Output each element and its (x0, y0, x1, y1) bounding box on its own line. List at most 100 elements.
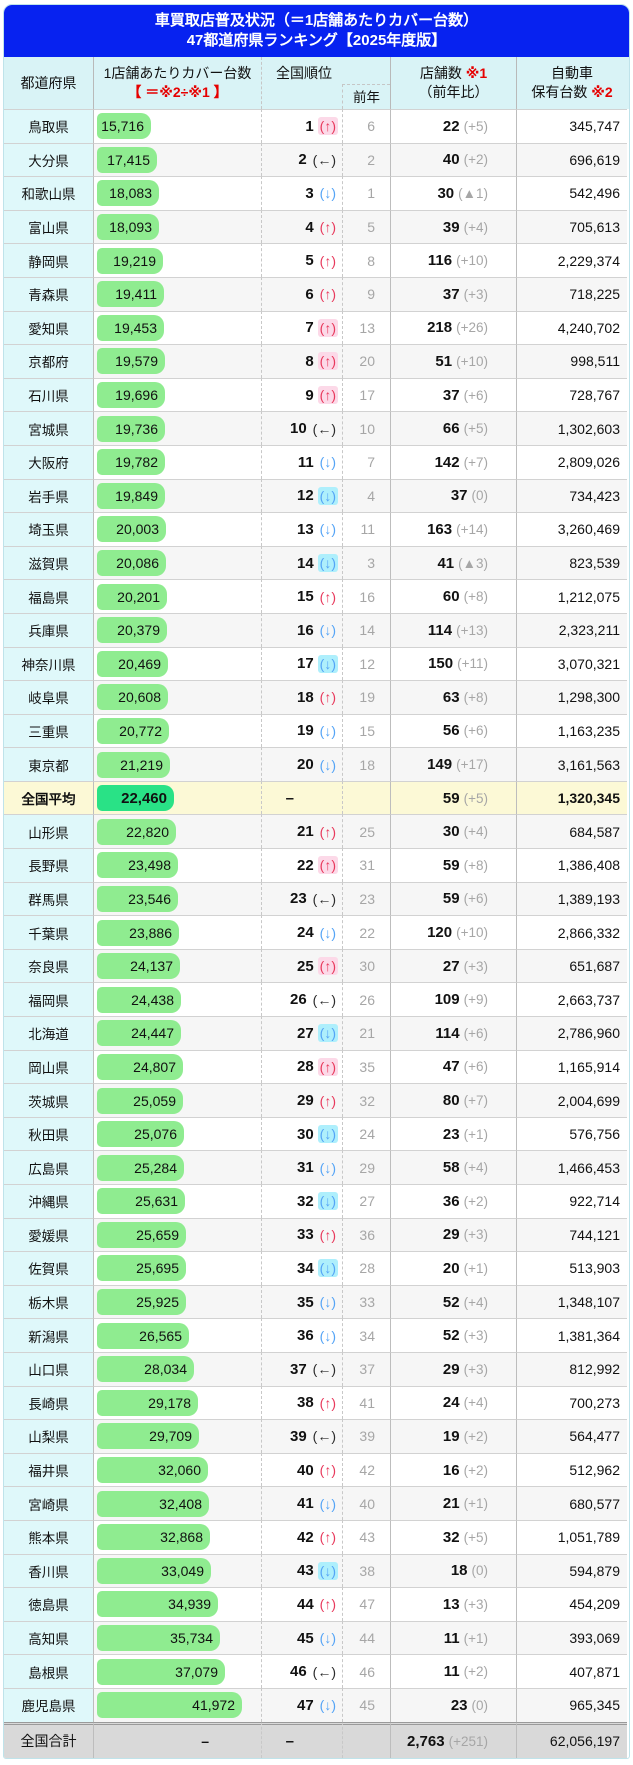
stores-cell: 114 (+6) (391, 1016, 517, 1050)
rank-same-icon: (←) (311, 1360, 338, 1378)
stores-cell: 60 (+8) (391, 579, 517, 613)
rank-up-icon: (↑) (318, 117, 338, 135)
stores-yoy-change: (+6) (464, 1026, 488, 1041)
coverage-bar: 19,453 (97, 315, 164, 341)
rank-cell: 32 (↓) (262, 1184, 343, 1218)
coverage-bar: 24,137 (97, 953, 180, 979)
stores-count: 52 (443, 1294, 460, 1311)
prev-year-rank: 37 (343, 1352, 391, 1386)
rank-down-icon: (↓) (318, 655, 338, 673)
stores-cell: 80 (+7) (391, 1083, 517, 1117)
stores-count: 52 (443, 1327, 460, 1344)
rank-up-icon: (↑) (318, 856, 338, 874)
stores-count: 37 (443, 387, 460, 404)
table-row: 静岡県 19,219 5 (↑) 8 116 (+10) 2,229,374 (4, 243, 629, 277)
table-title: 車買取店普及状況（＝1店舗あたりカバー台数） 47都道府県ランキング【2025年… (4, 5, 629, 57)
rank-cell: 43 (↓) (262, 1554, 343, 1588)
table-row: 鹿児島県 41,972 47 (↓) 45 23 (0) 965,345 (4, 1688, 629, 1722)
rank-number: 42 (297, 1529, 314, 1546)
table-row: 岐阜県 20,608 18 (↑) 19 63 (+8) 1,298,300 (4, 680, 629, 714)
stores-yoy-change: (+10) (456, 925, 488, 940)
coverage-bar: 32,408 (97, 1491, 209, 1517)
prev-year-rank: 27 (343, 1184, 391, 1218)
prev-year-rank: 16 (343, 579, 391, 613)
coverage-bar: 20,608 (97, 684, 168, 710)
prev-year-rank: 46 (343, 1654, 391, 1688)
table-row: 滋賀県 20,086 14 (↓) 3 41 (▲3) 823,539 (4, 546, 629, 580)
vehicles-count: 1,165,914 (517, 1050, 627, 1084)
stores-cell: 37 (0) (391, 479, 517, 513)
prev-year-rank: 20 (343, 344, 391, 378)
stores-cell: 116 (+10) (391, 243, 517, 277)
coverage-value: 19,579 (115, 353, 158, 369)
prefecture-name: 宮城県 (4, 411, 94, 445)
stores-yoy-change: (+7) (464, 455, 488, 470)
table-row: 茨城県 25,059 29 (↑) 32 80 (+7) 2,004,699 (4, 1083, 629, 1117)
table-row: 愛媛県 25,659 33 (↑) 36 29 (+3) 744,121 (4, 1218, 629, 1252)
rank-number: 2 (298, 151, 306, 168)
rank-number: 45 (297, 1630, 314, 1647)
stores-count: 114 (435, 1025, 459, 1042)
coverage-bar: 20,772 (97, 718, 169, 744)
rank-cell: 29 (↑) (262, 1083, 343, 1117)
table-row: 神奈川県 20,469 17 (↓) 12 150 (+11) 3,070,32… (4, 647, 629, 681)
stores-count: 47 (443, 1058, 460, 1075)
stores-yoy-change: (+1) (464, 1261, 488, 1276)
prefecture-name: 山口県 (4, 1352, 94, 1386)
coverage-value: 32,060 (158, 1462, 201, 1478)
stores-count: 27 (443, 958, 460, 975)
coverage-bar: 20,003 (97, 516, 166, 542)
table-row: 大阪府 19,782 11 (↓) 7 142 (+7) 2,809,026 (4, 445, 629, 479)
prefecture-name: 山形県 (4, 814, 94, 848)
prev-year-rank: 15 (343, 714, 391, 748)
table-row: 福島県 20,201 15 (↑) 16 60 (+8) 1,212,075 (4, 579, 629, 613)
header-national-rank: 全国順位 前年 (262, 57, 391, 109)
prefecture-name: 全国合計 (4, 1722, 94, 1758)
rank-cell: 17 (↓) (262, 647, 343, 681)
vehicles-count: 2,786,960 (517, 1016, 627, 1050)
rank-cell: 13 (↓) (262, 512, 343, 546)
prev-year-rank: 29 (343, 1150, 391, 1184)
coverage-value: 20,379 (117, 622, 160, 638)
rank-number: 18 (297, 689, 314, 706)
stores-yoy-change: (+5) (464, 1530, 488, 1545)
rank-cell: 47 (↓) (262, 1688, 343, 1722)
stores-cell: 11 (+1) (391, 1621, 517, 1655)
prev-year-rank: 19 (343, 680, 391, 714)
prefecture-name: 奈良県 (4, 949, 94, 983)
rank-up-icon: (↑) (318, 1595, 338, 1613)
table-row: 大分県 17,415 2 (←) 2 40 (+2) 696,619 (4, 143, 629, 177)
coverage-bar: 19,782 (97, 449, 165, 475)
coverage-bar: 24,447 (97, 1020, 181, 1046)
stores-cell: 52 (+3) (391, 1318, 517, 1352)
rank-number: 43 (297, 1562, 314, 1579)
stores-count: 66 (443, 420, 460, 437)
coverage-cell: 25,659 (94, 1218, 262, 1252)
prefecture-name: 静岡県 (4, 243, 94, 277)
stores-count: 150 (428, 655, 453, 672)
coverage-bar: 35,734 (97, 1625, 220, 1651)
prev-year-rank: 4 (343, 479, 391, 513)
stores-count: 23 (443, 1126, 460, 1143)
prefecture-name: 石川県 (4, 378, 94, 412)
rank-cell: 19 (↓) (262, 714, 343, 748)
stores-cell: 32 (+5) (391, 1520, 517, 1554)
rank-number: – (286, 790, 294, 807)
stores-yoy-change: (+4) (464, 1395, 488, 1410)
coverage-bar: 25,695 (97, 1255, 186, 1281)
table-row: 山形県 22,820 21 (↑) 25 30 (+4) 684,587 (4, 814, 629, 848)
coverage-value: 19,453 (114, 320, 157, 336)
rank-number: 29 (297, 1092, 314, 1109)
coverage-bar: 22,820 (97, 819, 176, 845)
table-row: 奈良県 24,137 25 (↑) 30 27 (+3) 651,687 (4, 949, 629, 983)
vehicles-count: 922,714 (517, 1184, 627, 1218)
coverage-value: 18,093 (109, 219, 152, 235)
rank-cell: 27 (↓) (262, 1016, 343, 1050)
rank-cell: 1 (↑) (262, 109, 343, 143)
table-row: 福井県 32,060 40 (↑) 42 16 (+2) 512,962 (4, 1453, 629, 1487)
table-row: 全国平均 22,460 – 59 (+5) 1,320,345 (4, 781, 629, 815)
coverage-bar: 19,411 (97, 281, 164, 307)
stores-cell: 18 (0) (391, 1554, 517, 1588)
rank-up-icon: (↑) (318, 823, 338, 841)
coverage-value: 24,137 (130, 958, 173, 974)
